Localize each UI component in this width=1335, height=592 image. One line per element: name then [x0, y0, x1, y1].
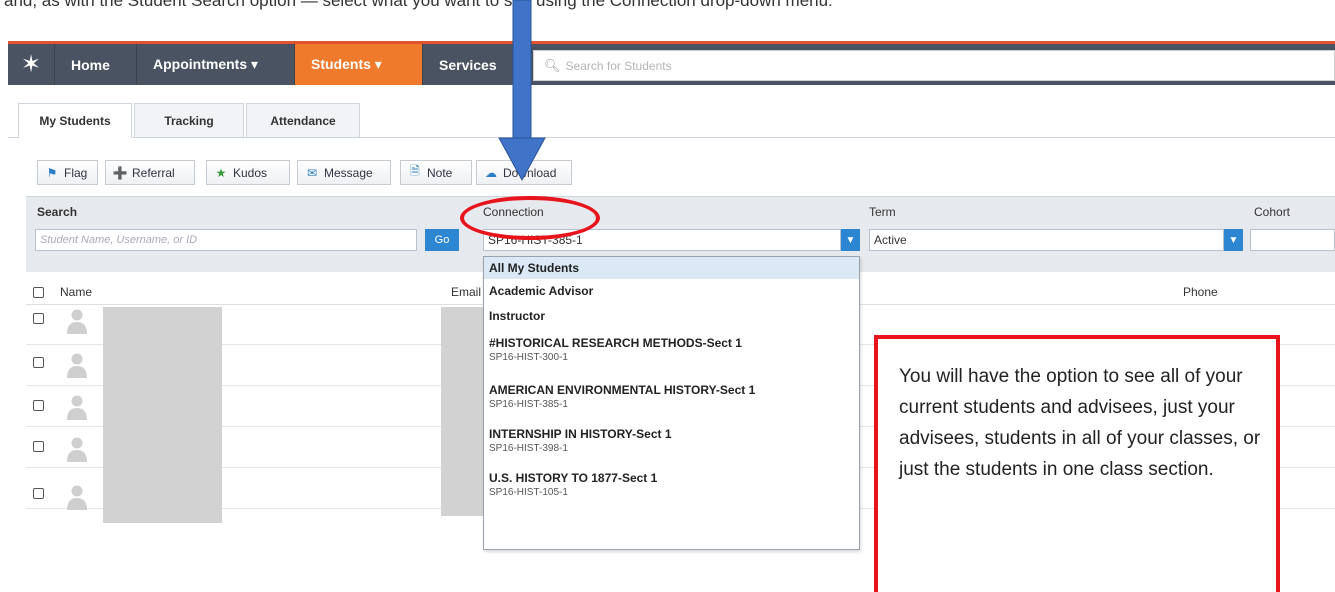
- row-checkbox[interactable]: [33, 357, 44, 368]
- cohort-label: Cohort: [1254, 205, 1291, 219]
- referral-button[interactable]: ➕ Referral: [105, 160, 195, 185]
- note-icon: 🗎: [410, 164, 420, 178]
- tab-my-students[interactable]: My Students: [18, 103, 132, 138]
- student-name-search-input[interactable]: Student Name, Username, or ID: [35, 229, 417, 251]
- flag-icon: ⚑: [46, 165, 58, 180]
- nav-home[interactable]: Home: [54, 44, 136, 85]
- row-checkbox[interactable]: [33, 400, 44, 411]
- down-arrow-icon: [498, 0, 546, 182]
- avatar-icon: [67, 309, 87, 334]
- envelope-icon: ✉: [306, 165, 318, 180]
- star-logo-icon[interactable]: ✶: [8, 44, 54, 85]
- column-name[interactable]: Name: [60, 285, 92, 299]
- kudos-star-icon: ★: [215, 165, 227, 180]
- column-phone[interactable]: Phone: [1183, 285, 1218, 299]
- search-label: Search: [37, 205, 78, 219]
- note-button[interactable]: 🗎 Note: [400, 160, 472, 185]
- kudos-button[interactable]: ★ Kudos: [206, 160, 290, 185]
- chevron-down-icon[interactable]: ▼: [1224, 229, 1243, 251]
- dropdown-option-course[interactable]: U.S. HISTORY TO 1877-Sect 1 SP16-HIST-105…: [484, 471, 859, 498]
- tabs-divider: [8, 137, 1335, 138]
- tab-tracking[interactable]: Tracking: [134, 103, 244, 137]
- avatar-icon: [67, 353, 87, 378]
- redacted-emails: [441, 307, 485, 516]
- row-checkbox[interactable]: [33, 488, 44, 499]
- dropdown-option-all-my-students[interactable]: All My Students: [484, 257, 859, 279]
- row-checkbox[interactable]: [33, 313, 44, 324]
- column-email[interactable]: Email: [451, 285, 481, 299]
- go-button[interactable]: Go: [425, 229, 459, 251]
- dropdown-option-academic-advisor[interactable]: Academic Advisor: [484, 284, 859, 298]
- avatar-icon: [67, 485, 87, 510]
- dropdown-option-course[interactable]: INTERNSHIP IN HISTORY-Sect 1 SP16-HIST-39…: [484, 427, 859, 454]
- dropdown-option-course[interactable]: #HISTORICAL RESEARCH METHODS-Sect 1 SP16-…: [484, 336, 859, 363]
- dropdown-option-course[interactable]: AMERICAN ENVIRONMENTAL HISTORY-Sect 1 SP1…: [484, 383, 859, 410]
- term-label: Term: [869, 205, 896, 219]
- student-search-input[interactable]: 🔍︎ Search for Students: [533, 50, 1335, 81]
- message-button[interactable]: ✉ Message: [297, 160, 391, 185]
- select-all-checkbox[interactable]: [33, 287, 44, 298]
- avatar-icon: [67, 437, 87, 462]
- tab-attendance[interactable]: Attendance: [246, 103, 360, 137]
- nav-appointments[interactable]: Appointments ▾: [136, 44, 294, 85]
- highlight-oval: [460, 196, 600, 240]
- cohort-select[interactable]: [1250, 229, 1335, 251]
- redacted-names: [103, 307, 222, 523]
- flag-button[interactable]: ⚑ Flag: [37, 160, 98, 185]
- chevron-down-icon[interactable]: ▼: [841, 229, 860, 251]
- annotation-callout: You will have the option to see all of y…: [874, 335, 1280, 592]
- row-checkbox[interactable]: [33, 441, 44, 452]
- dropdown-option-instructor[interactable]: Instructor: [484, 309, 859, 323]
- connection-dropdown-list: All My Students Academic Advisor Instruc…: [483, 256, 860, 550]
- avatar-icon: [67, 395, 87, 420]
- term-select[interactable]: Active: [869, 229, 1224, 251]
- nav-students[interactable]: Students ▾: [294, 44, 422, 85]
- caption-text: and, as with the Student Search option —…: [4, 0, 833, 10]
- referral-icon: ➕: [112, 165, 128, 180]
